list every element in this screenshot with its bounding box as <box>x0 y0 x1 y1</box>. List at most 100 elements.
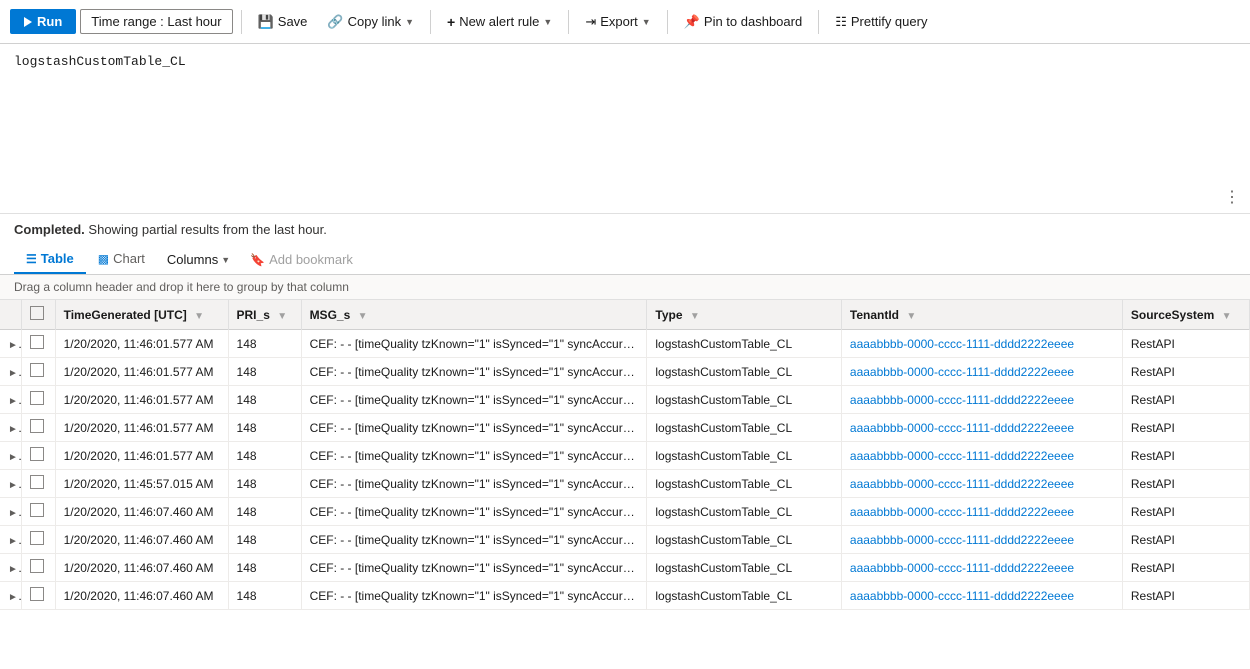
row-expand-btn[interactable]: ► <box>0 386 22 414</box>
tab-table[interactable]: ☰ Table <box>14 245 86 274</box>
sep-5 <box>818 10 819 34</box>
prettify-icon: ☷ <box>835 14 847 30</box>
col-header-msg[interactable]: MSG_s ▼ <box>301 300 647 330</box>
tenant-id-value: aaaabbbb-0000-cccc-1111-dddd2222eeee <box>850 505 1074 519</box>
row-expand-btn[interactable]: ► <box>0 358 22 386</box>
chevron-down-icon-3: ▼ <box>642 17 651 27</box>
add-bookmark-label: Add bookmark <box>269 252 353 267</box>
row-checkbox[interactable] <box>30 391 44 405</box>
time-range-button[interactable]: Time range : Last hour <box>80 9 232 34</box>
filter-icon-time[interactable]: ▼ <box>194 311 204 322</box>
cell-pri: 148 <box>228 330 301 358</box>
cell-time-generated: 1/20/2020, 11:46:07.460 AM <box>55 498 228 526</box>
expand-arrow-icon[interactable]: ► <box>8 449 22 463</box>
col-header-type[interactable]: Type ▼ <box>647 300 842 330</box>
expand-arrow-icon[interactable]: ► <box>8 421 22 435</box>
row-checkbox[interactable] <box>30 363 44 377</box>
chart-tab-label: Chart <box>113 251 145 266</box>
expand-arrow-icon[interactable]: ► <box>8 365 22 379</box>
row-expand-btn[interactable]: ► <box>0 442 22 470</box>
cell-type: logstashCustomTable_CL <box>647 554 842 582</box>
row-checkbox[interactable] <box>30 559 44 573</box>
col-header-pri[interactable]: PRI_s ▼ <box>228 300 301 330</box>
cell-msg: CEF: - - [timeQuality tzKnown="1" isSync… <box>301 498 647 526</box>
export-label: Export <box>600 14 638 29</box>
table-row: ►1/20/2020, 11:46:07.460 AM148CEF: - - [… <box>0 582 1250 610</box>
columns-button[interactable]: Columns ▼ <box>157 248 240 271</box>
run-button[interactable]: Run <box>10 9 76 34</box>
row-checkbox[interactable] <box>30 587 44 601</box>
toolbar: Run Time range : Last hour 💾 Save 🔗 Copy… <box>0 0 1250 44</box>
cell-source-system: RestAPI <box>1122 470 1249 498</box>
row-checkbox-cell <box>22 330 56 358</box>
row-checkbox[interactable] <box>30 419 44 433</box>
row-checkbox[interactable] <box>30 503 44 517</box>
col-header-time-generated[interactable]: TimeGenerated [UTC] ▼ <box>55 300 228 330</box>
row-checkbox[interactable] <box>30 447 44 461</box>
table-row: ►1/20/2020, 11:46:07.460 AM148CEF: - - [… <box>0 554 1250 582</box>
row-expand-btn[interactable]: ► <box>0 414 22 442</box>
tenant-id-value: aaaabbbb-0000-cccc-1111-dddd2222eeee <box>850 533 1074 547</box>
prettify-query-button[interactable]: ☷ Prettify query <box>827 10 935 34</box>
cell-time-generated: 1/20/2020, 11:46:01.577 AM <box>55 358 228 386</box>
cell-time-generated: 1/20/2020, 11:45:57.015 AM <box>55 470 228 498</box>
cell-type: logstashCustomTable_CL <box>647 498 842 526</box>
pin-to-dashboard-button[interactable]: 📌 Pin to dashboard <box>676 10 810 34</box>
expand-arrow-icon[interactable]: ► <box>8 505 22 519</box>
cell-tenant-id: aaaabbbb-0000-cccc-1111-dddd2222eeee <box>841 498 1122 526</box>
expand-arrow-icon[interactable]: ► <box>8 561 22 575</box>
new-alert-rule-button[interactable]: + New alert rule ▼ <box>439 10 560 34</box>
row-expand-btn[interactable]: ► <box>0 330 22 358</box>
cell-pri: 148 <box>228 470 301 498</box>
expand-arrow-icon[interactable]: ► <box>8 477 22 491</box>
chart-tab-icon: ▩ <box>98 252 109 266</box>
row-checkbox-cell <box>22 414 56 442</box>
cell-tenant-id: aaaabbbb-0000-cccc-1111-dddd2222eeee <box>841 470 1122 498</box>
cell-pri: 148 <box>228 414 301 442</box>
row-expand-btn[interactable]: ► <box>0 498 22 526</box>
filter-icon-type[interactable]: ▼ <box>690 311 700 322</box>
col-header-source[interactable]: SourceSystem ▼ <box>1122 300 1249 330</box>
cell-source-system: RestAPI <box>1122 526 1249 554</box>
row-expand-btn[interactable]: ► <box>0 554 22 582</box>
row-checkbox[interactable] <box>30 475 44 489</box>
save-button[interactable]: 💾 Save <box>250 10 316 34</box>
row-expand-btn[interactable]: ► <box>0 470 22 498</box>
cell-tenant-id: aaaabbbb-0000-cccc-1111-dddd2222eeee <box>841 386 1122 414</box>
cell-type: logstashCustomTable_CL <box>647 526 842 554</box>
row-expand-btn[interactable]: ► <box>0 526 22 554</box>
filter-icon-source[interactable]: ▼ <box>1222 311 1232 322</box>
select-all-checkbox[interactable] <box>30 306 44 320</box>
query-text[interactable]: logstashCustomTable_CL <box>14 54 1236 69</box>
filter-icon-tenant[interactable]: ▼ <box>906 311 916 322</box>
filter-icon-msg[interactable]: ▼ <box>358 311 368 322</box>
col-header-tenant[interactable]: TenantId ▼ <box>841 300 1122 330</box>
results-table: TimeGenerated [UTC] ▼ PRI_s ▼ MSG_s ▼ Ty… <box>0 300 1250 610</box>
play-icon <box>24 17 32 27</box>
table-row: ►1/20/2020, 11:46:01.577 AM148CEF: - - [… <box>0 386 1250 414</box>
table-header-row: TimeGenerated [UTC] ▼ PRI_s ▼ MSG_s ▼ Ty… <box>0 300 1250 330</box>
cell-msg: CEF: - - [timeQuality tzKnown="1" isSync… <box>301 554 647 582</box>
expand-arrow-icon[interactable]: ► <box>8 533 22 547</box>
copy-link-label: Copy link <box>348 14 401 29</box>
add-bookmark-button[interactable]: 🔖 Add bookmark <box>240 248 363 271</box>
table-row: ►1/20/2020, 11:46:01.577 AM148CEF: - - [… <box>0 358 1250 386</box>
row-expand-btn[interactable]: ► <box>0 582 22 610</box>
query-area: logstashCustomTable_CL ⋮ <box>0 44 1250 214</box>
table-row: ►1/20/2020, 11:46:07.460 AM148CEF: - - [… <box>0 526 1250 554</box>
plus-icon: + <box>447 14 455 30</box>
expand-arrow-icon[interactable]: ► <box>8 393 22 407</box>
filter-icon-pri[interactable]: ▼ <box>277 311 287 322</box>
row-checkbox[interactable] <box>30 335 44 349</box>
sep-2 <box>430 10 431 34</box>
completed-label: Completed. <box>14 222 85 237</box>
results-table-container[interactable]: TimeGenerated [UTC] ▼ PRI_s ▼ MSG_s ▼ Ty… <box>0 300 1250 610</box>
expand-arrow-icon[interactable]: ► <box>8 337 22 351</box>
export-button[interactable]: ⇥ Export ▼ <box>577 10 658 34</box>
dots-menu[interactable]: ⋮ <box>1224 187 1240 207</box>
row-checkbox[interactable] <box>30 531 44 545</box>
expand-arrow-icon[interactable]: ► <box>8 589 22 603</box>
time-range-label: Time range : Last hour <box>91 14 221 29</box>
tab-chart[interactable]: ▩ Chart <box>86 245 157 274</box>
copy-link-button[interactable]: 🔗 Copy link ▼ <box>319 10 422 34</box>
